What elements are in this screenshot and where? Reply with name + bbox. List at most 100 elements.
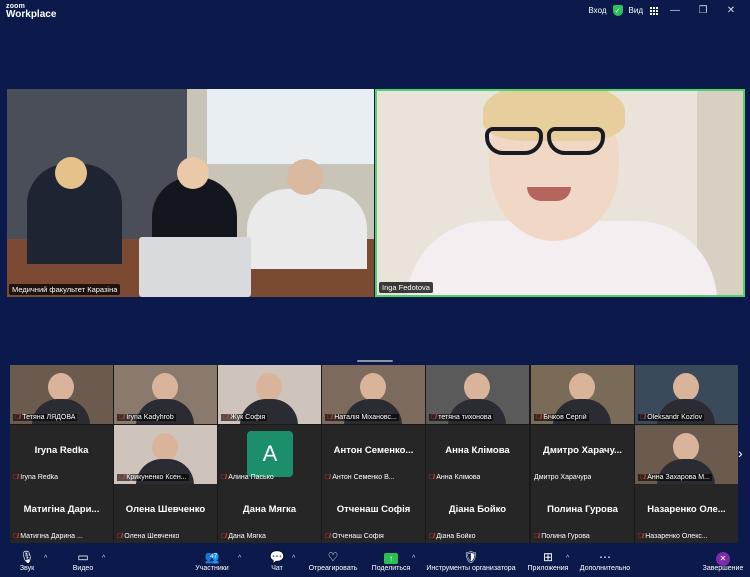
participant-name: Тетяна ЛЯДОВА — [22, 414, 76, 421]
minimize-icon[interactable]: — — [664, 5, 686, 16]
participant-video-face — [152, 433, 178, 461]
speaker-video-2[interactable]: Inga Fedotova — [375, 89, 745, 297]
video-options-chevron-icon[interactable]: ^ — [102, 555, 105, 562]
view-button[interactable]: Вид — [629, 6, 643, 15]
participant-video-face — [48, 373, 74, 401]
audio-button[interactable]: 🎙 Звук — [14, 549, 40, 572]
chevron-right-icon[interactable]: › — [738, 445, 743, 461]
participant-name: Наталія Міхановс... — [334, 414, 397, 421]
chat-button[interactable]: 💬 Чат — [266, 549, 288, 572]
muted-microphone-icon: 🎙̸ — [431, 414, 437, 421]
participant-name-label: 🎙̸ Бічков Сергій — [534, 414, 589, 421]
signin-button[interactable]: Вход — [588, 6, 606, 15]
participant-tile[interactable]: 🎙̸ Тетяна ЛЯДОВА — [10, 365, 113, 424]
participant-name-label: 🎙̸ Наталія Міхановс... — [325, 414, 399, 421]
host-tools-button[interactable]: 🛡 Инструменты организатора — [423, 549, 519, 572]
participant-name: Алина Пасько — [228, 474, 274, 481]
maximize-icon[interactable]: ❐ — [692, 5, 714, 16]
apps-button[interactable]: ⊞ Приложения — [524, 549, 572, 572]
participant-tile[interactable]: Iryna Redka 🎙̸ Iryna Redka — [10, 425, 113, 484]
muted-microphone-icon: 🎙̸ — [119, 414, 125, 421]
participant-tile[interactable]: 🎙̸ Iryna Kadyhrob — [114, 365, 217, 424]
participant-name: Отченаш Софія — [332, 533, 384, 540]
muted-microphone-icon: 🎙̸ — [429, 474, 435, 481]
laptop — [139, 237, 251, 297]
muted-microphone-icon: 🎙̸ — [221, 474, 227, 481]
participant-tile[interactable]: 🎙̸ Жук Софія — [218, 365, 321, 424]
participants-button[interactable]: 👥 47 Участники — [192, 549, 232, 572]
chat-label: Чат — [271, 565, 283, 572]
participant-tile[interactable]: Олена Шевченко 🎙̸ Олена Шевченко — [114, 484, 217, 543]
participant-name-label: 🎙̸ Діана Бойко — [429, 533, 476, 540]
more-button[interactable]: ⋯ Дополнительно — [577, 549, 633, 572]
audio-options-chevron-icon[interactable]: ^ — [44, 555, 47, 562]
muted-microphone-icon: 🎙̸ — [325, 474, 331, 481]
end-button[interactable]: ✕ Завершение — [700, 549, 746, 572]
participant-name: Матигіна Дарина ... — [20, 533, 83, 540]
apps-label: Приложения — [527, 565, 569, 572]
audio-label: Звук — [19, 565, 35, 572]
participant-display-name: Матигіна Дари... — [23, 504, 100, 515]
speaker-name-label: Inga Fedotova — [379, 282, 433, 293]
participant-name-label: 🎙̸ Oleksandr Kozlov — [638, 414, 705, 421]
participant-display-name: Олена Шевченко — [125, 504, 206, 515]
chat-options-chevron-icon[interactable]: ^ — [292, 555, 295, 562]
close-icon[interactable]: ✕ — [720, 5, 742, 16]
participant-name-label: 🎙̸ тетяна тихонова — [429, 414, 494, 421]
share-button[interactable]: ↑ Поделиться — [370, 549, 412, 572]
video-button[interactable]: ▭ Видео — [68, 549, 98, 572]
grid-view-icon[interactable] — [649, 6, 658, 15]
resize-handle[interactable] — [357, 360, 393, 362]
participant-name: Iryna Kadyhrob — [126, 414, 174, 421]
participant-display-name: Анна Клімова — [445, 445, 510, 456]
camera-icon: ▭ — [77, 550, 89, 564]
participant-video-face — [360, 373, 386, 401]
participant-display-name: Дмитро Харачу... — [543, 445, 622, 456]
share-screen-icon: ↑ — [384, 553, 398, 564]
projector-screen — [207, 89, 374, 164]
participant-name-label: 🎙̸ Олена Шевченко — [117, 533, 179, 540]
participant-name-label: 🎙̸ Матигіна Дарина ... — [13, 533, 83, 540]
participants-options-chevron-icon[interactable]: ^ — [238, 555, 241, 562]
participant-tile[interactable]: 🎙̸ Наталія Міхановс... — [322, 365, 425, 424]
participant-tile[interactable]: Діана Бойко 🎙̸ Діана Бойко — [426, 484, 529, 543]
heart-icon: ♡ — [327, 550, 339, 564]
participant-tile[interactable]: Матигіна Дари... 🎙̸ Матигіна Дарина ... — [10, 484, 113, 543]
participant-name: Анна Захарова М... — [647, 474, 710, 481]
participant-tile[interactable]: Назаренко Оле... 🎙̸ Назаренко Олекс... — [635, 484, 738, 543]
participant-video-face — [673, 433, 699, 461]
participant-name: Бічков Сергій — [543, 414, 587, 421]
more-label: Дополнительно — [579, 565, 631, 572]
person-1-head — [55, 157, 87, 189]
participant-tile[interactable]: A 🎙̸ Алина Пасько — [218, 425, 321, 484]
zoom-workplace-logo: zoom Workplace — [6, 3, 56, 20]
apps-options-chevron-icon[interactable]: ^ — [566, 555, 569, 562]
participant-name-label: 🎙̸ Назаренко Олекс... — [638, 533, 708, 540]
participant-name: Назаренко Олекс... — [645, 533, 708, 540]
participant-tile[interactable]: Полина Гурова 🎙̸ Полина Гурова — [531, 484, 634, 543]
participant-tile[interactable]: Отченаш Софія 🎙̸ Отченаш Софія — [322, 484, 425, 543]
shield-icon[interactable]: ✓ — [612, 5, 623, 16]
share-options-chevron-icon[interactable]: ^ — [412, 555, 415, 562]
participant-display-name: Iryna Redka — [34, 445, 89, 456]
participant-tile[interactable]: Дана Мягка 🎙̸ Дана Мягка — [218, 484, 321, 543]
participant-tile[interactable]: Дмитро Харачу... Дмитро Харачура — [531, 425, 634, 484]
end-meeting-icon: ✕ — [716, 552, 730, 566]
muted-microphone-icon: 🎙̸ — [327, 414, 333, 421]
speaker-video-1[interactable]: Медичний факультет Каразіна — [7, 89, 374, 297]
participant-video-face — [569, 373, 595, 401]
participant-name-label: 🎙̸ Iryna Kadyhrob — [117, 414, 176, 421]
participant-tile[interactable]: 🎙̸ Oleksandr Kozlov — [635, 365, 738, 424]
participant-display-name: Антон Семенко... — [333, 445, 414, 456]
react-button[interactable]: ♡ Отреагировать — [305, 549, 361, 572]
participant-tile[interactable]: 🎙̸ Бічков Сергій — [531, 365, 634, 424]
participant-tile[interactable]: Анна Клімова 🎙̸ Анна Клімова — [426, 425, 529, 484]
muted-microphone-icon: 🎙̸ — [429, 533, 435, 540]
participant-tile[interactable]: Антон Семенко... 🎙̸ Антон Семенко В... — [322, 425, 425, 484]
participant-name-label: 🎙̸ Анна Захарова М... — [638, 474, 712, 481]
participant-tile[interactable]: 🎙̸ Крикуненко Ксен... — [114, 425, 217, 484]
participant-name: Антон Семенко В... — [332, 474, 395, 481]
participant-tile[interactable]: 🎙̸ Анна Захарова М... — [635, 425, 738, 484]
participant-tile[interactable]: 🎙̸ тетяна тихонова — [426, 365, 529, 424]
participant-name-label: 🎙̸ Жук Софія — [221, 414, 268, 421]
